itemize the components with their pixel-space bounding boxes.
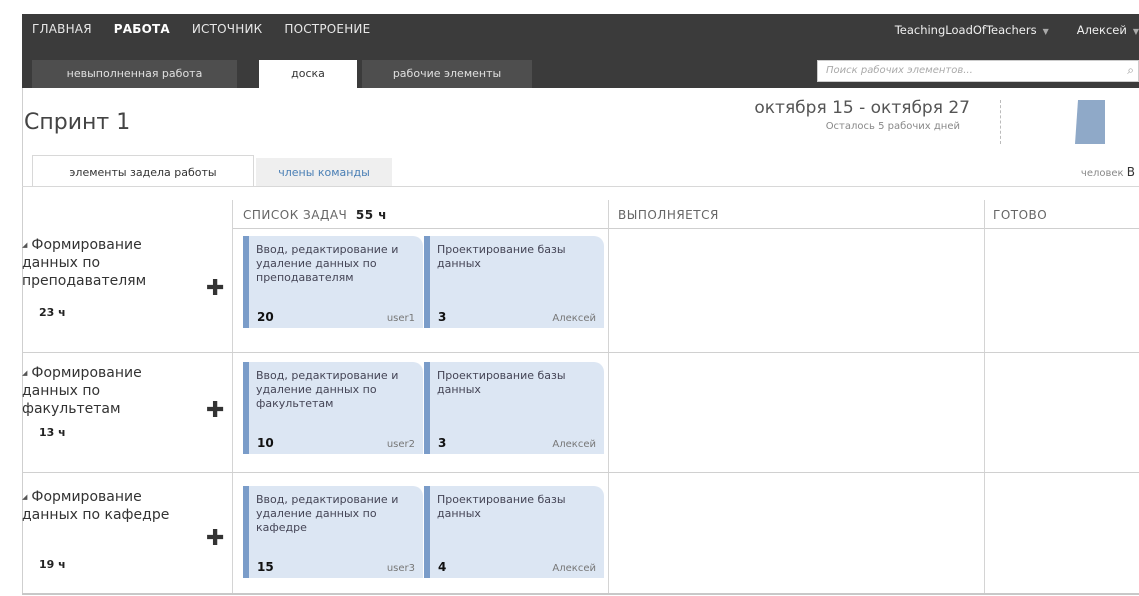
tab-team-members[interactable]: члены команды	[256, 158, 392, 186]
task-assignee[interactable]: user1	[387, 313, 415, 324]
task-title: Ввод, редактирование и удаление данных п…	[256, 243, 399, 284]
sprint-dates: октября 15 - октября 27	[754, 98, 970, 118]
board-bottom-border	[22, 593, 1139, 595]
menu-source[interactable]: ИСТОЧНИК	[192, 22, 262, 36]
row-title-text: Формирование данных по преподавателям	[22, 237, 147, 289]
chevron-down-icon: ▼	[1042, 27, 1049, 36]
collapse-icon[interactable]: ◢	[22, 369, 27, 377]
search-input[interactable]: Поиск рабочих элементов... ⌕	[817, 60, 1139, 82]
row-title-text: Формирование данных по факультетам	[22, 365, 142, 417]
menu-work[interactable]: РАБОТА	[114, 22, 170, 36]
add-task-icon[interactable]: ✚	[206, 276, 224, 301]
row-title[interactable]: ◢ Формирование данных по факультетам	[22, 364, 202, 418]
tab-work-items[interactable]: рабочие элементы	[362, 60, 532, 88]
add-task-icon[interactable]: ✚	[206, 398, 224, 423]
column-divider	[608, 200, 609, 594]
menu-build[interactable]: ПОСТРОЕНИЕ	[284, 22, 370, 36]
task-title: Проектирование базы данных	[437, 243, 566, 270]
tab-backlog[interactable]: невыполненная работа	[32, 60, 237, 88]
task-assignee[interactable]: Алексей	[552, 313, 596, 324]
row-hours: 13 ч	[39, 426, 66, 439]
row-hours: 19 ч	[39, 558, 66, 571]
project-name: TeachingLoadOfTeachers	[894, 23, 1037, 37]
collapse-icon[interactable]: ◢	[22, 493, 27, 501]
column-divider	[984, 200, 985, 594]
collapse-icon[interactable]: ◢	[22, 241, 27, 249]
row-title[interactable]: ◢ Формирование данных по преподавателям	[22, 236, 202, 290]
todo-hours: 55 ч	[355, 208, 388, 222]
column-header-divider	[232, 228, 1139, 229]
project-selector[interactable]: TeachingLoadOfTeachers ▼	[895, 23, 1049, 37]
page-title: Спринт 1	[24, 110, 131, 135]
task-card[interactable]: Ввод, редактирование и удаление данных п…	[243, 236, 423, 328]
sprint-remaining: Осталось 5 рабочих дней	[825, 121, 960, 132]
task-hours[interactable]: 3	[438, 310, 446, 324]
task-card[interactable]: Проектирование базы данных 3 Алексей	[424, 362, 604, 454]
user-menu[interactable]: Алексей ▼	[1077, 23, 1139, 37]
task-card[interactable]: Ввод, редактирование и удаление данных п…	[243, 362, 423, 454]
task-title: Проектирование базы данных	[437, 369, 566, 396]
task-hours[interactable]: 3	[438, 436, 446, 450]
tab-backlog-items[interactable]: элементы задела работы	[32, 155, 254, 187]
sub-nav-bar: невыполненная работа доска рабочие элеме…	[22, 48, 1139, 89]
row-divider	[22, 472, 1139, 473]
row-hours: 23 ч	[39, 306, 66, 319]
task-assignee[interactable]: user3	[387, 563, 415, 574]
todo-label: СПИСОК ЗАДАЧ	[243, 208, 348, 222]
task-assignee[interactable]: Алексей	[552, 439, 596, 450]
tab-board[interactable]: доска	[259, 60, 357, 89]
column-divider	[232, 200, 233, 594]
user-name: Алексей	[1076, 23, 1127, 37]
search-placeholder: Поиск рабочих элементов...	[826, 65, 973, 76]
task-assignee[interactable]: Алексей	[552, 563, 596, 574]
task-title: Ввод, редактирование и удаление данных п…	[256, 369, 399, 410]
top-right-area: TeachingLoadOfTeachers ▼ Алексей ▼	[895, 23, 1139, 37]
column-header-done: ГОТОВО	[993, 208, 1048, 222]
task-card[interactable]: Проектирование базы данных 4 Алексей	[424, 486, 604, 578]
menu-home[interactable]: ГЛАВНАЯ	[32, 22, 92, 36]
task-assignee[interactable]: user2	[387, 439, 415, 450]
row-title[interactable]: ◢ Формирование данных по кафедре	[22, 488, 202, 524]
tabs-divider	[22, 186, 1139, 187]
person-filter[interactable]: человек В	[1081, 165, 1135, 179]
column-header-in-progress: ВЫПОЛНЯЕТСЯ	[618, 208, 719, 222]
row-divider	[22, 352, 1139, 353]
task-hours[interactable]: 20	[257, 310, 274, 324]
row-title-text: Формирование данных по кафедре	[22, 489, 170, 523]
burndown-chart[interactable]	[1000, 100, 1110, 144]
column-header-todo: СПИСОК ЗАДАЧ 55 ч	[243, 208, 387, 222]
task-title: Проектирование базы данных	[437, 493, 566, 520]
task-hours[interactable]: 15	[257, 560, 274, 574]
top-nav-bar: ГЛАВНАЯ РАБОТА ИСТОЧНИК ПОСТРОЕНИЕ Teach…	[22, 14, 1139, 48]
task-hours[interactable]: 10	[257, 436, 274, 450]
search-icon[interactable]: ⌕	[1127, 63, 1134, 78]
burndown-area	[1075, 100, 1105, 144]
chevron-down-icon: ▼	[1132, 27, 1139, 36]
add-task-icon[interactable]: ✚	[206, 526, 224, 551]
person-filter-label: человек	[1080, 168, 1124, 179]
task-card[interactable]: Ввод, редактирование и удаление данных п…	[243, 486, 423, 578]
task-card[interactable]: Проектирование базы данных 3 Алексей	[424, 236, 604, 328]
task-hours[interactable]: 4	[438, 560, 446, 574]
person-filter-value: В	[1126, 165, 1135, 179]
main-menu: ГЛАВНАЯ РАБОТА ИСТОЧНИК ПОСТРОЕНИЕ	[32, 22, 392, 36]
task-title: Ввод, редактирование и удаление данных п…	[256, 493, 399, 534]
